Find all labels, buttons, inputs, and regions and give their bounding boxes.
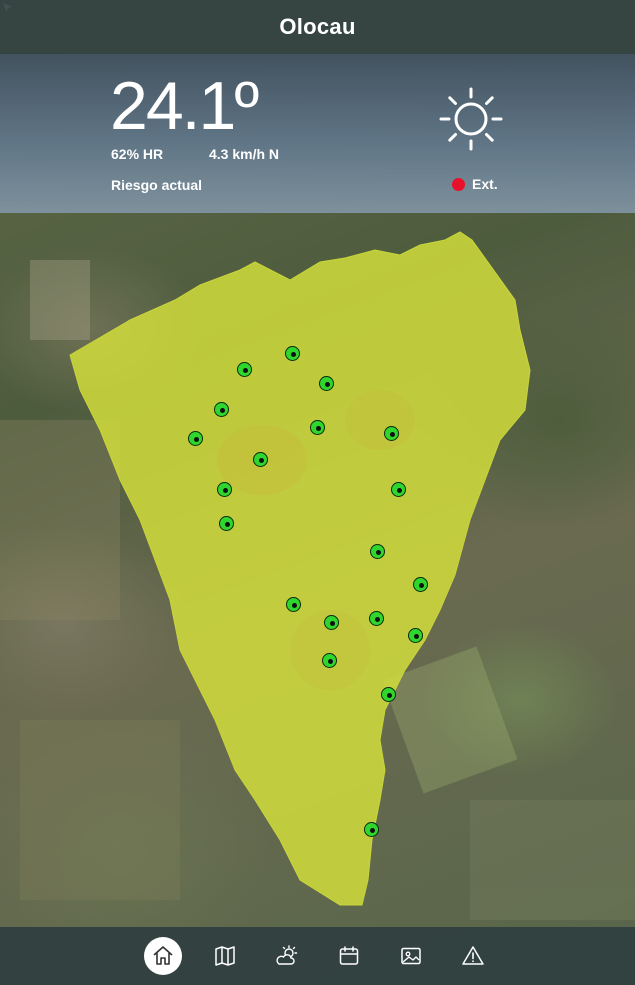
station-marker[interactable] xyxy=(253,452,268,467)
station-marker[interactable] xyxy=(408,628,423,643)
station-marker[interactable] xyxy=(369,611,384,626)
station-marker[interactable] xyxy=(285,346,300,361)
header-bar: Olocau xyxy=(0,0,635,54)
sun-icon xyxy=(439,87,503,151)
station-marker[interactable] xyxy=(384,426,399,441)
station-marker[interactable] xyxy=(219,516,234,531)
temperature-value: 24.1º xyxy=(110,68,259,144)
station-marker[interactable] xyxy=(319,376,334,391)
calendar-icon xyxy=(339,946,358,965)
station-marker[interactable] xyxy=(324,615,339,630)
station-marker[interactable] xyxy=(381,687,396,702)
home-icon xyxy=(152,946,173,965)
risk-label: Riesgo actual xyxy=(111,177,203,193)
risk-indicator: Ext. xyxy=(452,176,498,192)
humidity-value: 62% HR xyxy=(111,146,164,162)
nav-home[interactable] xyxy=(143,937,182,975)
station-marker[interactable] xyxy=(188,431,203,446)
station-marker[interactable] xyxy=(217,482,232,497)
nav-gallery[interactable] xyxy=(392,937,430,975)
station-marker[interactable] xyxy=(391,482,406,497)
station-marker[interactable] xyxy=(310,420,325,435)
weather-panel: 24.1º 62% HR 4.3 km/h N Riesgo actual Ex… xyxy=(0,54,635,213)
station-marker[interactable] xyxy=(364,822,379,837)
gallery-icon xyxy=(400,947,421,965)
nav-weather[interactable] xyxy=(268,937,306,975)
risk-dot-icon xyxy=(452,177,465,191)
bottom-nav xyxy=(0,927,635,985)
station-marker[interactable] xyxy=(286,597,301,612)
terrain-shade xyxy=(345,390,415,450)
risk-level-text: Ext. xyxy=(472,176,498,192)
page-title: Olocau xyxy=(279,14,356,39)
nav-alerts[interactable] xyxy=(454,937,492,975)
warning-icon xyxy=(461,946,484,965)
wind-value: 4.3 km/h N xyxy=(209,146,280,162)
station-marker[interactable] xyxy=(413,577,428,592)
nav-map[interactable] xyxy=(206,937,244,975)
station-marker[interactable] xyxy=(322,653,337,668)
nav-calendar[interactable] xyxy=(330,937,368,975)
weather-icon xyxy=(275,945,297,965)
station-marker[interactable] xyxy=(237,362,252,377)
map-icon xyxy=(214,946,235,966)
station-marker[interactable] xyxy=(370,544,385,559)
station-marker[interactable] xyxy=(214,402,229,417)
